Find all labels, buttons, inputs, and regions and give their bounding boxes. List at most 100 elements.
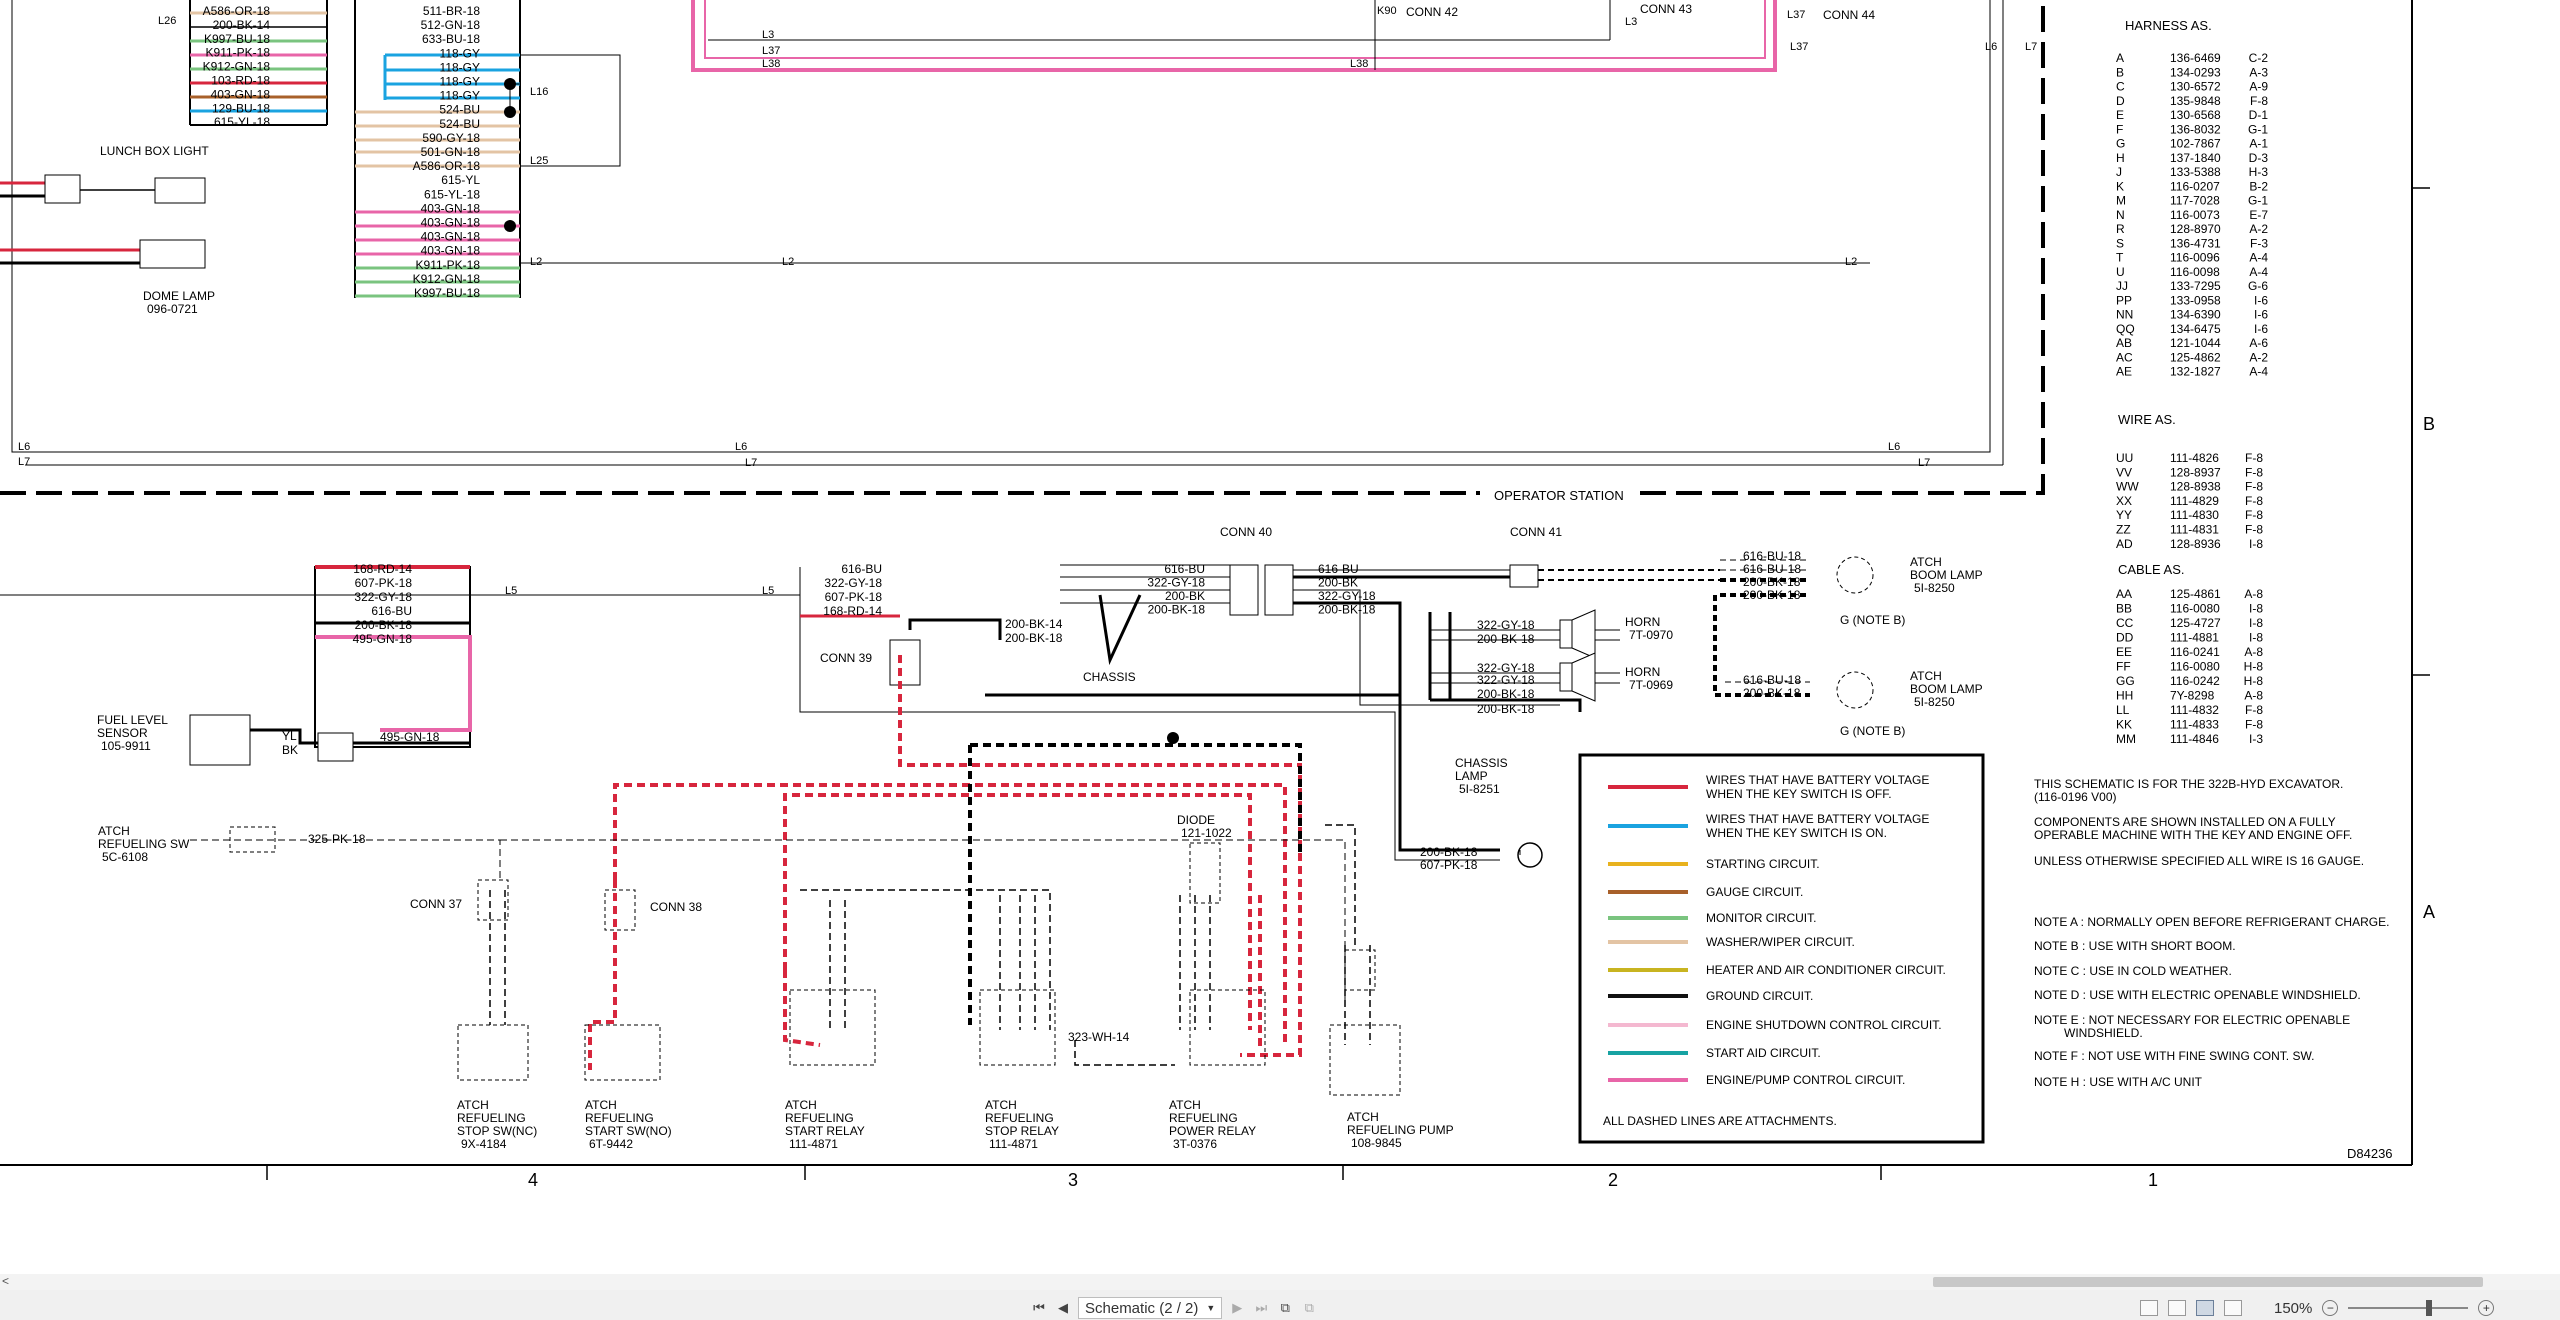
next-page-icon[interactable]: ▶ <box>1228 1299 1246 1317</box>
notes-block: THIS SCHEMATIC IS FOR THE 322B-HYD EXCAV… <box>2034 777 2389 1089</box>
harness-row-part: 117-7028 <box>2170 194 2220 208</box>
harness-row-ident: AB <box>2116 336 2132 350</box>
wire-label: 129-BU-18 <box>212 101 270 115</box>
zoom-slider[interactable] <box>2348 1300 2469 1316</box>
next-view-icon[interactable]: ⧉ <box>1300 1299 1318 1317</box>
general-note: COMPONENTS ARE SHOWN INSTALLED ON A FULL… <box>2034 815 2336 829</box>
lettered-note: NOTE B : USE WITH SHORT BOOM. <box>2034 939 2236 953</box>
component-name: ATCH <box>98 824 130 838</box>
component-name-line2: BOOM LAMP <box>1910 682 1983 696</box>
zoom-in-icon[interactable]: + <box>2478 1300 2495 1316</box>
wire-label: K912-GN-18 <box>203 60 271 74</box>
continuous-view-icon[interactable] <box>2168 1300 2186 1316</box>
horizontal-scrollbar-thumb[interactable] <box>1933 1277 2483 1287</box>
component-part-number: 105-9911 <box>101 739 151 753</box>
cable-row-loc: H-8 <box>2244 660 2264 674</box>
harness-row-ident: J <box>2116 165 2122 179</box>
harness-row-part: 125-4862 <box>2170 350 2221 364</box>
page-selector[interactable]: Schematic (2 / 2) ▼ <box>1078 1297 1223 1319</box>
legend-footer: ALL DASHED LINES ARE ATTACHMENTS. <box>1603 1114 1837 1128</box>
wire-label: A586-OR-18 <box>413 159 481 173</box>
harness-row-loc: A-3 <box>2249 65 2268 79</box>
page-selector-label: Schematic (2 / 2) <box>1085 1299 1199 1317</box>
harness-row-ident: PP <box>2116 293 2132 307</box>
wire-label: 200-BK-18 <box>1318 603 1376 617</box>
facing-view-icon[interactable] <box>2196 1300 2214 1316</box>
zone-number-3: 3 <box>1068 1170 1078 1190</box>
wire-label: 616-BU-18 <box>1743 673 1801 687</box>
document-viewport[interactable]: IDENT PART NO. LOC HARNESS AS. A 136-6469 C-2 B… <box>0 0 2560 1274</box>
component-part-number: 121-1022 <box>1181 826 1232 840</box>
general-note: THIS SCHEMATIC IS FOR THE 322B-HYD EXCAV… <box>2034 777 2343 791</box>
cable-row-ident: DD <box>2116 631 2134 645</box>
last-page-icon[interactable]: ⏭ <box>1252 1299 1270 1317</box>
harness-row-ident: H <box>2116 151 2125 165</box>
wire-row-loc: F-8 <box>2245 494 2263 508</box>
harness-row-ident: U <box>2116 265 2125 279</box>
cable-row-part: 111-4832 <box>2170 703 2219 717</box>
cable-row-ident: KK <box>2116 718 2132 732</box>
harness-header-loc: LOC <box>2253 0 2278 1</box>
previous-page-icon[interactable]: ◀ <box>1054 1299 1072 1317</box>
harness-row-part: 116-0073 <box>2170 208 2220 222</box>
component-part-number: 3T-0376 <box>1173 1137 1217 1151</box>
wire-label: 322-GY-18 <box>1477 673 1535 687</box>
component-name-line3: START SW(NO) <box>585 1124 672 1138</box>
cable-row-ident: HH <box>2116 689 2133 703</box>
harness-row-part: 116-0098 <box>2170 265 2220 279</box>
component-part-number: 5C-6108 <box>102 850 148 864</box>
cover-view-icon[interactable] <box>2224 1300 2242 1316</box>
component-name-line3: STOP RELAY <box>985 1124 1059 1138</box>
harness-row-ident: D <box>2116 94 2125 108</box>
legend-label: WIRES THAT HAVE BATTERY VOLTAGE <box>1706 773 1929 787</box>
wire-label: 590-GY-18 <box>422 131 480 145</box>
first-page-icon[interactable]: ⏮ <box>1030 1299 1048 1317</box>
zoom-out-icon[interactable]: − <box>2322 1300 2339 1316</box>
component-part-number: 096-0721 <box>147 302 198 316</box>
view-controls: 150% − + <box>2140 1296 2495 1320</box>
line-tag: L5 <box>505 585 517 597</box>
cable-row-loc: A-8 <box>2244 587 2263 601</box>
single-page-view-icon[interactable] <box>2140 1300 2158 1316</box>
harness-row-part: 136-4731 <box>2170 236 2221 250</box>
component-name: CONN 38 <box>650 900 702 914</box>
color-legend: WIRES THAT HAVE BATTERY VOLTAGEWHEN THE … <box>1603 773 1946 1128</box>
line-tag: L6 <box>1985 41 1997 53</box>
chevron-down-icon: ▼ <box>1206 1303 1216 1313</box>
wire-label: 322-GY-18 <box>824 576 882 590</box>
cable-as-table: CABLE AS. AA 125-4861 A-8 BB 116-0080 I-8 CC 125… <box>2116 562 2263 746</box>
wire-row-loc: F-8 <box>2245 465 2263 479</box>
horizontal-scrollbar[interactable]: < <box>0 1274 2560 1290</box>
zone-number-2: 2 <box>1608 1170 1618 1190</box>
wire-label: 616-BU-18 <box>1743 549 1801 563</box>
harness-row-part: 134-6475 <box>2170 322 2221 336</box>
cable-row-part: 116-0080 <box>2170 602 2220 616</box>
previous-view-icon[interactable]: ⧉ <box>1276 1299 1294 1317</box>
zoom-slider-knob[interactable] <box>2426 1300 2433 1316</box>
line-tag: L6 <box>735 441 747 453</box>
wire-label: 200-BK-18 <box>355 618 413 632</box>
cable-row-ident: BB <box>2116 602 2132 616</box>
cable-as-title: CABLE AS. <box>2118 562 2184 577</box>
operator-station-label: OPERATOR STATION <box>1494 488 1624 503</box>
cable-row-ident: MM <box>2116 732 2136 746</box>
component-name-line2: REFUELING SW <box>98 837 190 851</box>
wire-row-part: 128-8938 <box>2170 480 2221 494</box>
line-tag: L2 <box>1845 256 1857 268</box>
zoom-level: 150% <box>2274 1299 2313 1317</box>
wire-label: 200-BK <box>1318 576 1358 590</box>
line-tag: L37 <box>1790 41 1808 53</box>
wire-row-ident: VV <box>2116 465 2132 479</box>
harness-row-loc: A-2 <box>2249 222 2268 236</box>
harness-row-loc: I-6 <box>2254 308 2268 322</box>
legend-label: START AID CIRCUIT. <box>1706 1046 1821 1060</box>
harness-row-loc: I-6 <box>2254 293 2268 307</box>
harness-row-part: 134-0293 <box>2170 65 2221 79</box>
line-tag: L37 <box>762 45 780 57</box>
wire-label: 616-BU <box>841 562 882 576</box>
cable-row-loc: F-8 <box>2245 703 2263 717</box>
wire-label: 403-GN-18 <box>421 216 481 230</box>
harness-row-loc: F-8 <box>2250 94 2268 108</box>
general-note: UNLESS OTHERWISE SPECIFIED ALL WIRE IS 1… <box>2034 854 2364 868</box>
scroll-left-arrow-icon[interactable]: < <box>2 1274 9 1288</box>
